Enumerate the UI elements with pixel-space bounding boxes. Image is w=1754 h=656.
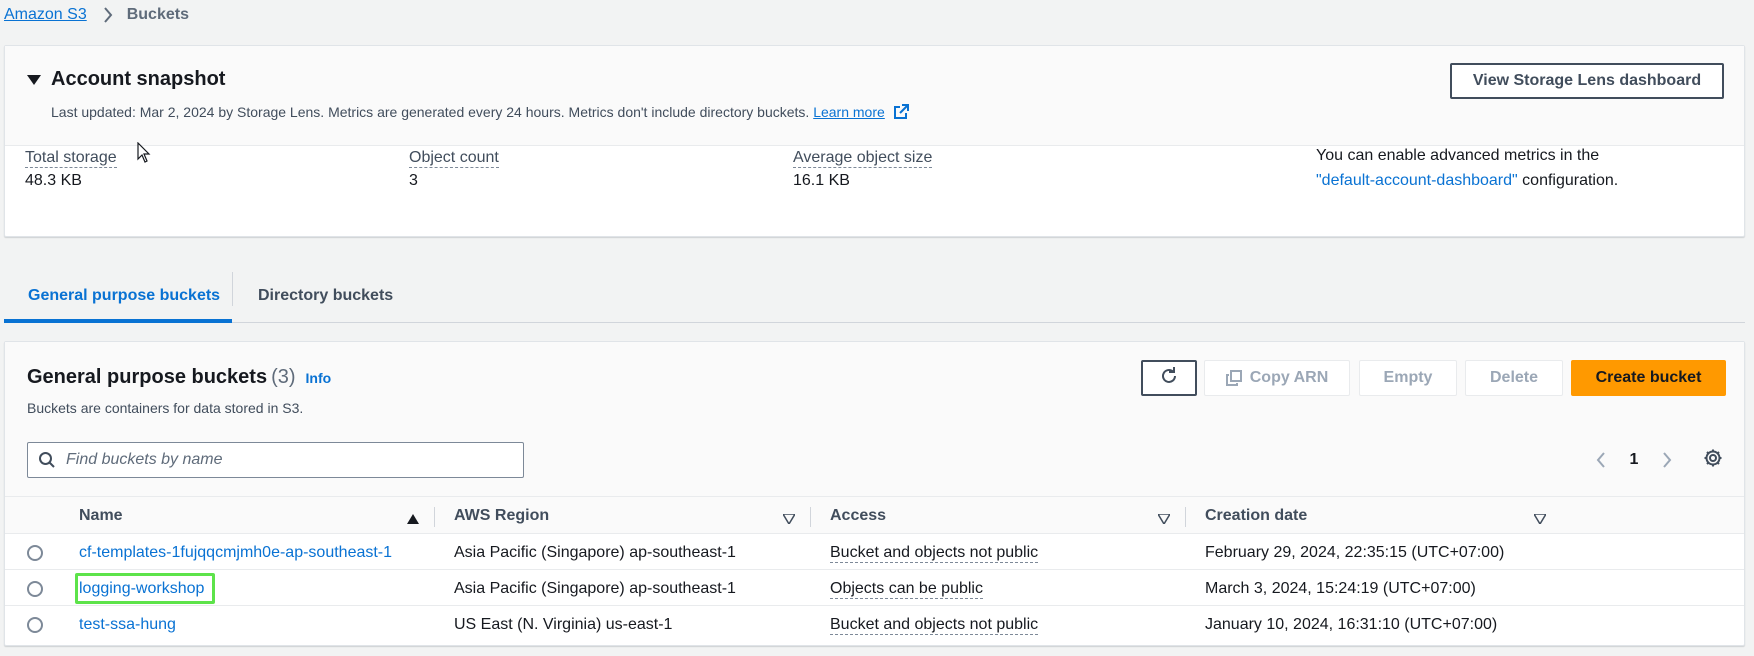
- buckets-table-header: Name AWS Region Access Creation date: [5, 496, 1744, 534]
- average-object-size-label[interactable]: Average object size: [793, 149, 933, 168]
- breadcrumb-amazon-s3[interactable]: Amazon S3: [4, 6, 87, 24]
- bucket-access-cell: Bucket and objects not public: [830, 607, 1039, 642]
- mouse-pointer-icon: [137, 141, 151, 169]
- bucket-creation-date-cell: January 10, 2024, 16:31:10 (UTC+07:00): [1205, 615, 1498, 633]
- object-count-value: 3: [409, 172, 418, 189]
- empty-button[interactable]: Empty: [1359, 360, 1457, 396]
- advanced-metrics-suffix: configuration.: [1517, 172, 1619, 189]
- pagination: 1: [1589, 446, 1679, 474]
- column-resizer[interactable]: [810, 507, 811, 527]
- table-row[interactable]: test-ssa-hung US East (N. Virginia) us-e…: [5, 607, 1744, 642]
- current-page-number[interactable]: 1: [1613, 451, 1655, 469]
- external-link-icon[interactable]: [893, 104, 909, 123]
- sort-icon[interactable]: [781, 511, 797, 529]
- column-creation-date[interactable]: Creation date: [1205, 497, 1307, 535]
- column-aws-region[interactable]: AWS Region: [454, 497, 549, 535]
- bucket-access-label[interactable]: Bucket and objects not public: [830, 615, 1039, 635]
- tab-directory-buckets[interactable]: Directory buckets: [258, 270, 393, 322]
- table-row[interactable]: logging-workshop Asia Pacific (Singapore…: [5, 571, 1744, 606]
- sort-ascending-icon[interactable]: [407, 511, 419, 529]
- bucket-creation-date-cell: February 29, 2024, 22:35:15 (UTC+07:00): [1205, 543, 1505, 561]
- create-bucket-button[interactable]: Create bucket: [1571, 360, 1726, 396]
- bucket-name-cell: logging-workshop: [79, 571, 204, 606]
- table-row[interactable]: cf-templates-1fujqqcmjmh0e-ap-southeast-…: [5, 535, 1744, 570]
- copy-arn-button[interactable]: Copy ARN: [1204, 360, 1350, 396]
- advanced-metrics-text: You can enable advanced metrics in the: [1316, 147, 1600, 164]
- bucket-name-cell: cf-templates-1fujqqcmjmh0e-ap-southeast-…: [79, 535, 392, 570]
- bucket-creation-date-cell: March 3, 2024, 15:24:19 (UTC+07:00): [1205, 579, 1476, 597]
- refresh-icon: [1159, 366, 1179, 391]
- bucket-region-cell: Asia Pacific (Singapore) ap-southeast-1: [454, 543, 736, 561]
- copy-icon: [1225, 370, 1242, 386]
- refresh-button[interactable]: [1141, 360, 1197, 396]
- total-storage-value: 48.3 KB: [25, 172, 82, 189]
- next-page-icon[interactable]: [1655, 446, 1679, 474]
- view-storage-lens-button[interactable]: View Storage Lens dashboard: [1450, 63, 1724, 99]
- tab-divider: [232, 272, 233, 306]
- column-resizer[interactable]: [1185, 507, 1186, 527]
- row-select-radio[interactable]: [27, 545, 43, 561]
- info-link[interactable]: Info: [306, 370, 332, 386]
- sort-icon[interactable]: [1156, 511, 1172, 529]
- buckets-title: General purpose buckets (3) Info: [27, 366, 331, 389]
- active-tab-indicator: [4, 319, 232, 323]
- account-snapshot-header: Account snapshot Last updated: Mar 2, 20…: [5, 46, 1744, 146]
- buckets-title-text: General purpose buckets: [27, 366, 268, 388]
- account-snapshot-panel: Account snapshot Last updated: Mar 2, 20…: [4, 45, 1745, 237]
- bucket-name-cell: test-ssa-hung: [79, 607, 176, 642]
- table-settings-button[interactable]: [1699, 446, 1727, 474]
- search-icon: [38, 451, 56, 469]
- tab-general-purpose-buckets[interactable]: General purpose buckets: [28, 270, 220, 322]
- bucket-region-cell: US East (N. Virginia) us-east-1: [454, 615, 673, 633]
- row-select-radio[interactable]: [27, 581, 43, 597]
- previous-page-icon[interactable]: [1589, 446, 1613, 474]
- bucket-name-link[interactable]: cf-templates-1fujqqcmjmh0e-ap-southeast-…: [79, 544, 392, 562]
- column-resizer[interactable]: [434, 507, 435, 527]
- caret-down-icon[interactable]: [27, 75, 41, 85]
- bucket-access-cell: Bucket and objects not public: [830, 535, 1039, 570]
- buckets-description: Buckets are containers for data stored i…: [27, 400, 304, 416]
- copy-arn-label: Copy ARN: [1249, 369, 1329, 386]
- chevron-right-icon: [101, 4, 115, 26]
- bucket-access-cell: Objects can be public: [830, 571, 983, 606]
- learn-more-link[interactable]: Learn more: [813, 104, 885, 120]
- bucket-access-label[interactable]: Objects can be public: [830, 579, 983, 599]
- search-input[interactable]: [64, 450, 504, 470]
- breadcrumb: Amazon S3 Buckets: [4, 4, 189, 26]
- gear-icon: [1703, 448, 1723, 473]
- buckets-count: (3): [271, 366, 296, 388]
- breadcrumb-current: Buckets: [126, 6, 189, 23]
- buckets-panel-header: General purpose buckets (3) Info Buckets a…: [5, 342, 1744, 496]
- column-name[interactable]: Name: [79, 497, 123, 535]
- default-account-dashboard-link[interactable]: "default-account-dashboard": [1316, 172, 1518, 189]
- advanced-metrics-line2: "default-account-dashboard" configuratio…: [1316, 168, 1618, 193]
- bucket-name-link[interactable]: test-ssa-hung: [79, 616, 176, 634]
- average-object-size-value: 16.1 KB: [793, 172, 850, 189]
- account-snapshot-description: Last updated: Mar 2, 2024 by Storage Len…: [51, 104, 909, 123]
- delete-button[interactable]: Delete: [1465, 360, 1563, 396]
- object-count-label[interactable]: Object count: [409, 149, 499, 168]
- bucket-name-link[interactable]: logging-workshop: [79, 580, 204, 598]
- bucket-access-label[interactable]: Bucket and objects not public: [830, 543, 1039, 563]
- general-purpose-buckets-panel: General purpose buckets (3) Info Buckets a…: [4, 341, 1745, 646]
- sort-icon[interactable]: [1532, 511, 1548, 529]
- row-select-radio[interactable]: [27, 617, 43, 633]
- total-storage-label[interactable]: Total storage: [25, 149, 117, 168]
- account-snapshot-title[interactable]: Account snapshot: [51, 68, 225, 91]
- bucket-search[interactable]: [27, 442, 524, 478]
- bucket-type-tabs: General purpose buckets Directory bucket…: [4, 270, 1745, 323]
- column-access[interactable]: Access: [830, 497, 886, 535]
- bucket-region-cell: Asia Pacific (Singapore) ap-southeast-1: [454, 579, 736, 597]
- snapshot-description-text: Last updated: Mar 2, 2024 by Storage Len…: [51, 104, 810, 120]
- advanced-metrics-note: You can enable advanced metrics in the "…: [1316, 143, 1618, 193]
